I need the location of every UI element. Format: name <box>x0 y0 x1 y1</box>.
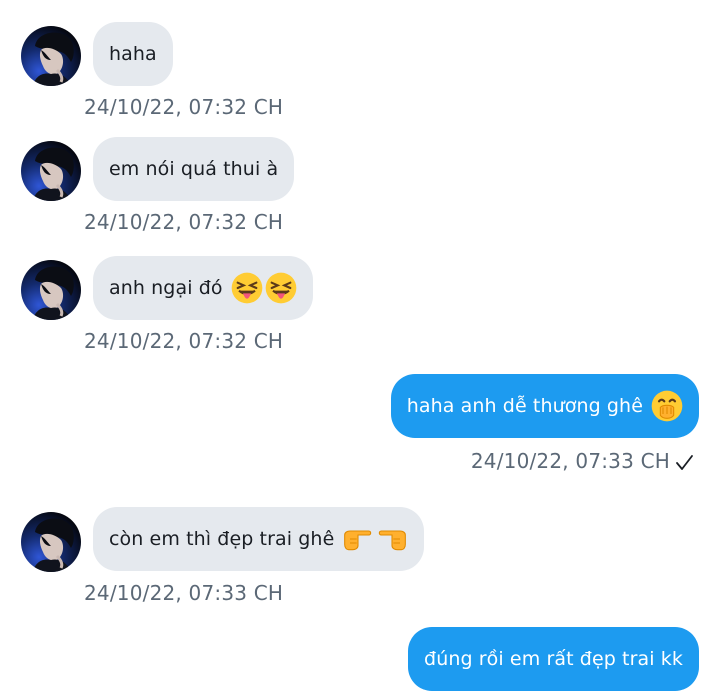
avatar[interactable] <box>21 26 81 86</box>
message-timestamp: 24/10/22, 07:33 CH <box>84 581 284 605</box>
hand-over-mouth-emoji <box>651 390 683 422</box>
message-timestamp: 24/10/22, 07:32 CH <box>84 210 284 234</box>
message-text: anh ngại đó <box>109 277 223 299</box>
checkmark-icon <box>676 455 693 470</box>
message-timestamp: 24/10/22, 07:32 CH <box>84 95 284 119</box>
message-bubble-incoming[interactable]: anh ngại đó <box>93 256 313 320</box>
pointing-right-emoji <box>342 523 374 555</box>
squinting-tongue-emoji <box>264 272 297 304</box>
message-bubble-outgoing[interactable]: haha anh dễ thương ghê <box>390 374 699 438</box>
squinting-tongue-emoji <box>230 272 263 304</box>
message-bubble-incoming[interactable]: em nói quá thui à <box>93 137 295 201</box>
message-bubble-outgoing[interactable]: đúng rồi em rất đẹp trai kk <box>408 627 699 691</box>
message-bubble-incoming[interactable]: haha <box>93 22 173 86</box>
message-text: còn em thì đẹp trai ghê <box>109 528 335 550</box>
message-text: haha anh dễ thương ghê <box>406 395 643 417</box>
message-text: haha <box>109 43 157 65</box>
message-bubble-incoming[interactable]: còn em thì đẹp trai ghê <box>93 507 425 571</box>
avatar[interactable] <box>21 141 81 201</box>
message-timestamp: 24/10/22, 07:33 CH <box>470 449 670 473</box>
avatar[interactable] <box>21 512 81 572</box>
message-timestamp: 24/10/22, 07:32 CH <box>84 329 284 353</box>
pointing-left-emoji <box>376 523 408 555</box>
avatar[interactable] <box>21 260 81 320</box>
message-text: đúng rồi em rất đẹp trai kk <box>424 648 683 670</box>
message-text: em nói quá thui à <box>109 158 279 180</box>
